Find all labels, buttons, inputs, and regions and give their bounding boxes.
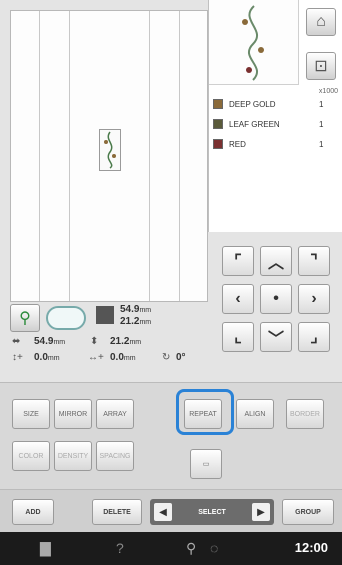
color-row[interactable]: RED 1	[209, 136, 342, 152]
frame-button[interactable]: ▭	[190, 449, 222, 479]
arrow-left-icon: ‹	[235, 290, 241, 307]
swap-view-button[interactable]: ⊡	[306, 52, 336, 80]
border-button[interactable]: BORDER	[286, 399, 324, 429]
arrow-down-icon: ﹀	[267, 331, 284, 348]
group-button[interactable]: GROUP	[282, 499, 334, 525]
height-top-value: 21.2mm	[120, 316, 152, 327]
arrow-up-icon: ︿	[267, 255, 284, 272]
color-stitch-count: 1	[319, 139, 324, 149]
color-button[interactable]: COLOR	[12, 441, 50, 471]
bottom-bar: ADD DELETE ◀ SELECT ▶ GROUP	[0, 490, 342, 532]
guide-line	[39, 11, 40, 301]
help-question-icon[interactable]: ?	[116, 540, 124, 556]
add-button[interactable]: ADD	[12, 499, 54, 525]
select-control: ◀ SELECT ▶	[150, 499, 274, 525]
mirror-button[interactable]: MIRROR	[54, 399, 92, 429]
color-stitch-count: 1	[319, 119, 324, 129]
guide-line	[179, 11, 180, 301]
needle-icon: ⚲	[186, 540, 197, 556]
hoop-preview	[10, 10, 208, 302]
status-bar: ▇ ? ⚲ ◌ 12:00	[0, 532, 342, 565]
color-name: LEAF GREEN	[229, 119, 280, 129]
vertical-offset-icon: ↕+	[12, 352, 23, 363]
color-row[interactable]: DEEP GOLD 1	[209, 96, 342, 112]
spacing-button[interactable]: SPACING	[96, 441, 134, 471]
horizontal-offset-icon: ↔+	[88, 352, 104, 363]
bobbin-icon: ◌	[210, 540, 219, 556]
help-button[interactable]: ⚲	[10, 304, 40, 332]
color-swatch	[213, 119, 223, 129]
document-icon[interactable]: ▇	[40, 540, 51, 557]
rotation-icon: ↻	[162, 352, 171, 363]
arrow-right-icon: ▶	[257, 506, 265, 518]
width-top-value: 54.9mm	[120, 304, 152, 315]
vine-design-icon	[104, 131, 116, 169]
pattern-preview	[209, 0, 299, 85]
array-button[interactable]: ARRAY	[96, 399, 134, 429]
swap-icon: ⊡	[314, 58, 328, 75]
color-name: RED	[229, 139, 246, 149]
center-dot-icon: •	[273, 290, 279, 307]
guide-line	[69, 11, 70, 301]
arrow-down-right-button[interactable]: ⌟	[298, 322, 330, 352]
select-prev-button[interactable]: ◀	[154, 503, 172, 521]
design-info: ⚲ 54.9mm 21.2mm ⬌ 54.9mm ⬍ 21.2mm ↕+ 0.0…	[10, 302, 208, 366]
width-icon: ⬌	[12, 336, 21, 347]
size-button[interactable]: SIZE	[12, 399, 50, 429]
arrow-left-icon: ◀	[159, 506, 167, 518]
color-swatch	[213, 99, 223, 109]
vine-pattern-icon	[242, 5, 264, 81]
arrow-down-left-icon: ⌞	[234, 329, 242, 346]
select-label: SELECT	[198, 508, 226, 516]
horizontal-offset-value: 0.0mm	[110, 352, 136, 363]
selection-highlight	[176, 389, 234, 435]
clock: 12:00	[294, 540, 328, 555]
height-bottom-value: 21.2mm	[110, 336, 142, 347]
arrow-up-button[interactable]: ︿	[260, 246, 292, 276]
lightbulb-icon: ⚲	[19, 310, 31, 327]
center-button[interactable]: •	[260, 284, 292, 314]
design-thumbnail[interactable]	[99, 129, 121, 171]
arrow-right-button[interactable]: ›	[298, 284, 330, 314]
arrow-up-right-button[interactable]: ⌝	[298, 246, 330, 276]
height-icon: ⬍	[90, 336, 99, 347]
home-button[interactable]: ⌂	[306, 8, 336, 36]
color-name: DEEP GOLD	[229, 99, 276, 109]
embroidery-edit-screen: ⌂ ⊡ x1000 DEEP GOLD 1 LEAF GREEN 1 RED 1…	[0, 0, 342, 565]
width-bottom-value: 54.9mm	[34, 336, 66, 347]
delete-button[interactable]: DELETE	[92, 499, 142, 525]
density-button[interactable]: DENSITY	[54, 441, 92, 471]
tool-panel: SIZE MIRROR ARRAY REPEAT ALIGN BORDER CO…	[0, 382, 342, 490]
pattern-panel: ⌂ ⊡ x1000 DEEP GOLD 1 LEAF GREEN 1 RED 1	[208, 0, 342, 232]
arrow-right-icon: ›	[311, 290, 317, 307]
arrow-down-button[interactable]: ﹀	[260, 322, 292, 352]
vertical-offset-value: 0.0mm	[34, 352, 60, 363]
arrow-down-left-button[interactable]: ⌞	[222, 322, 254, 352]
select-next-button[interactable]: ▶	[252, 503, 270, 521]
home-icon: ⌂	[316, 13, 326, 30]
color-stitch-count: 1	[319, 99, 324, 109]
guide-line	[149, 11, 150, 301]
frame-icon: ▭	[202, 461, 210, 468]
color-swatch	[213, 139, 223, 149]
arrow-pad: ⌜ ︿ ⌝ ‹ • › ⌞ ﹀ ⌟	[208, 232, 342, 362]
align-button[interactable]: ALIGN	[236, 399, 274, 429]
hoop-icon[interactable]	[46, 306, 86, 330]
color-row[interactable]: LEAF GREEN 1	[209, 116, 342, 132]
arrow-up-right-icon: ⌝	[310, 253, 318, 270]
arrow-up-left-icon: ⌜	[234, 253, 242, 270]
arrow-up-left-button[interactable]: ⌜	[222, 246, 254, 276]
size-icon	[96, 306, 114, 324]
arrow-left-button[interactable]: ‹	[222, 284, 254, 314]
arrow-down-right-icon: ⌟	[310, 329, 318, 346]
rotation-value: 0°	[176, 352, 186, 363]
stitch-count-label: x1000	[318, 88, 338, 95]
